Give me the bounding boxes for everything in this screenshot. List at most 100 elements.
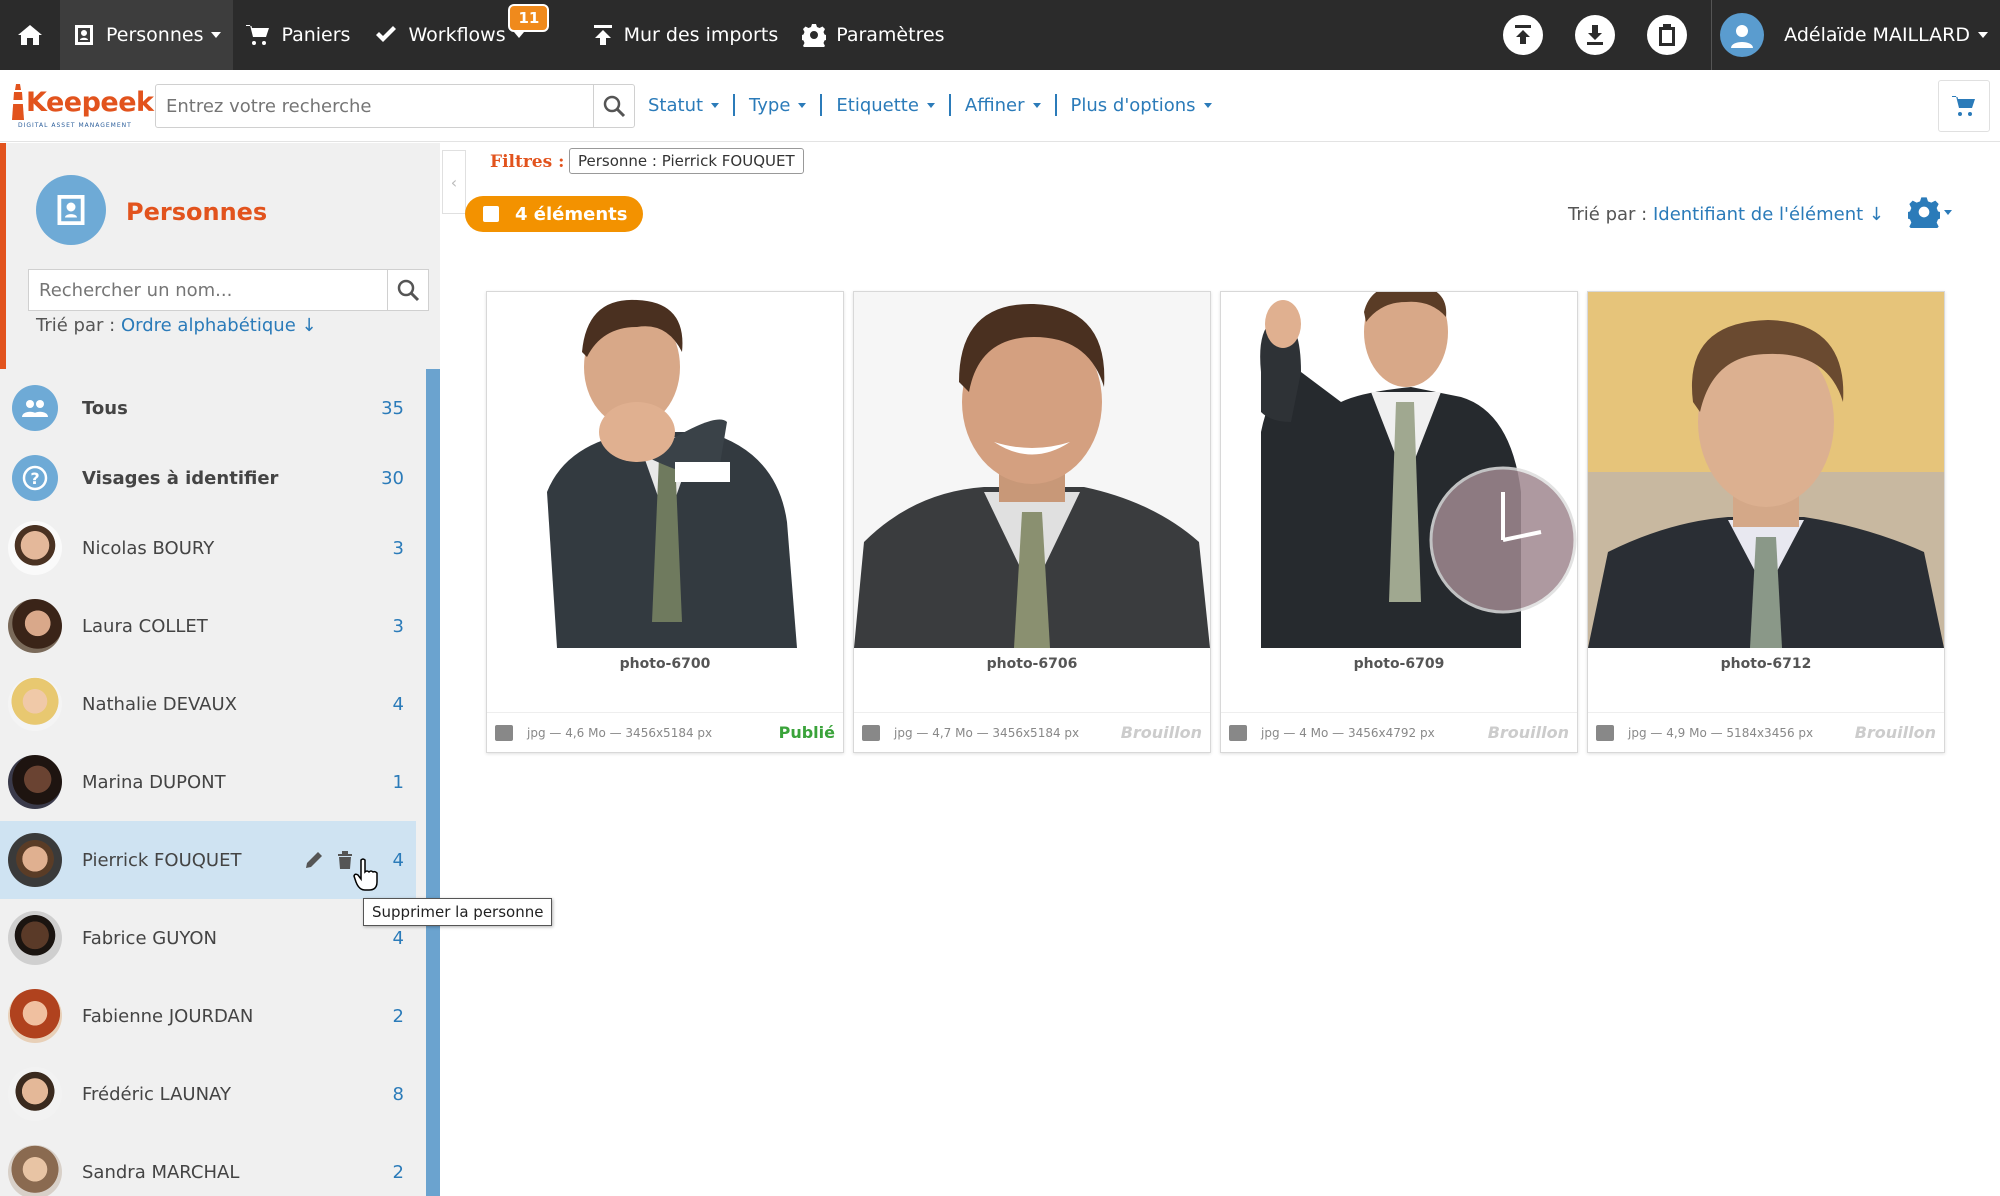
asset-card[interactable]: photo-6700 jpg — 4,6 Mo — 3456x5184 px P… xyxy=(486,291,844,753)
list-item-count: 3 xyxy=(392,537,404,559)
list-item-person[interactable]: Fabienne JOURDAN 2 xyxy=(0,977,416,1055)
asset-status: Brouillon xyxy=(1487,723,1569,742)
select-all-checkbox[interactable] xyxy=(483,206,499,222)
user-avatar xyxy=(1720,13,1765,57)
filter-type-label: Type xyxy=(749,94,791,116)
list-item-label: Tous xyxy=(82,397,128,419)
asset-thumbnail[interactable] xyxy=(1221,292,1577,648)
trash-icon[interactable] xyxy=(336,850,354,870)
filter-plus-options-label: Plus d'options xyxy=(1070,94,1196,116)
divider xyxy=(1711,0,1713,70)
filters-label: Filtres : xyxy=(490,152,565,172)
upload-button[interactable] xyxy=(1503,15,1544,55)
contact-card-icon xyxy=(57,195,85,225)
collapse-sidebar-button[interactable]: ‹ xyxy=(442,150,466,214)
sidebar-scrollbar[interactable] xyxy=(426,369,440,1196)
search-toolbar: Keepeek DIGITAL ASSET MANAGEMENT Statut … xyxy=(0,70,2000,142)
person-search-button[interactable] xyxy=(387,269,429,311)
hand-cursor-icon xyxy=(353,858,378,891)
nav-workflows[interactable]: Workflows 11 xyxy=(362,0,550,70)
search-icon xyxy=(603,95,626,118)
list-item-person[interactable]: Frédéric LAUNAY 8 xyxy=(0,1055,416,1133)
list-item-label: Frédéric LAUNAY xyxy=(82,1083,231,1105)
list-item-person[interactable]: Laura COLLET 3 xyxy=(0,587,416,665)
list-item-count: 4 xyxy=(392,693,404,715)
filter-plus-options[interactable]: Plus d'options xyxy=(1054,94,1226,116)
list-item-label: Nathalie DEVAUX xyxy=(82,693,238,715)
image-icon xyxy=(495,724,513,741)
sidebar-sort-value[interactable]: Ordre alphabétique ↓ xyxy=(121,315,317,336)
list-item-person[interactable]: Fabrice GUYON 4 xyxy=(0,899,416,977)
list-item-count: 2 xyxy=(392,1005,404,1027)
clipboard-button[interactable] xyxy=(1647,15,1688,55)
sidebar-sort-label: Trié par : xyxy=(36,315,116,336)
asset-thumbnail[interactable] xyxy=(487,292,843,648)
cart-icon xyxy=(246,25,270,45)
select-all-pill[interactable]: 4 éléments xyxy=(465,196,643,232)
search-filters: Statut Type Etiquette Affiner Plus d'opt… xyxy=(648,94,1226,116)
filter-statut[interactable]: Statut xyxy=(648,94,733,116)
photo-man-with-clock xyxy=(1221,292,1577,648)
search-button[interactable] xyxy=(593,84,635,128)
asset-card[interactable]: photo-6706 jpg — 4,7 Mo — 3456x5184 px B… xyxy=(853,291,1211,753)
list-item-label: Fabrice GUYON xyxy=(82,927,218,949)
question-glyph: ? xyxy=(22,465,48,491)
list-item-tous[interactable]: Tous 35 xyxy=(0,369,416,447)
user-icon xyxy=(1731,25,1754,48)
active-filter-chip[interactable]: Personne : Pierrick FOUQUET xyxy=(569,148,804,174)
asset-thumbnail[interactable] xyxy=(854,292,1210,648)
search-input[interactable] xyxy=(155,84,595,128)
list-item-count: 30 xyxy=(381,467,404,489)
list-item-label: Sandra MARCHAL xyxy=(82,1161,240,1183)
display-settings-button[interactable] xyxy=(1908,196,1952,228)
list-item-label: Laura COLLET xyxy=(82,615,208,637)
nav-paniers[interactable]: Paniers xyxy=(233,0,362,70)
image-icon xyxy=(1229,724,1247,741)
avatar xyxy=(8,989,62,1043)
person-search-input[interactable] xyxy=(28,269,388,311)
asset-card[interactable]: photo-6712 jpg — 4,9 Mo — 5184x3456 px B… xyxy=(1587,291,1945,753)
nav-mur-des-imports[interactable]: Mur des imports xyxy=(580,0,791,70)
list-item-visages[interactable]: ? Visages à identifier 30 xyxy=(0,439,416,517)
list-item-person[interactable]: Sandra MARCHAL 2 xyxy=(0,1133,416,1196)
cart-button[interactable] xyxy=(1938,80,1990,132)
asset-meta: jpg — 4,7 Mo — 3456x5184 px Brouillon xyxy=(854,712,1210,752)
nav-workflows-label: Workflows xyxy=(408,24,506,46)
chevron-down-icon xyxy=(1944,209,1952,215)
avatar xyxy=(8,677,62,731)
chevron-down-icon xyxy=(211,32,222,38)
user-menu[interactable]: Adélaïde MAILLARD xyxy=(1720,13,2000,57)
asset-meta: jpg — 4,6 Mo — 3456x5184 px Publié xyxy=(487,712,843,752)
avatar xyxy=(8,833,62,887)
nav-parametres[interactable]: Paramètres xyxy=(790,0,956,70)
question-icon: ? xyxy=(12,455,58,501)
contact-card-icon xyxy=(75,25,93,45)
home-button[interactable] xyxy=(0,0,60,70)
gear-icon xyxy=(802,24,827,47)
asset-thumbnail[interactable] xyxy=(1588,292,1944,648)
people-sidebar: Personnes Trié par : Ordre alphabétique … xyxy=(0,143,440,1196)
chevron-down-icon xyxy=(513,32,524,38)
pencil-icon[interactable] xyxy=(304,850,324,870)
avatar xyxy=(8,521,62,575)
group-glyph xyxy=(22,400,48,417)
filter-type[interactable]: Type xyxy=(733,94,820,116)
results-sort-value[interactable]: Identifiant de l'élément ↓ xyxy=(1653,204,1884,225)
keepeek-logo[interactable]: Keepeek DIGITAL ASSET MANAGEMENT xyxy=(10,82,154,129)
asset-status: Brouillon xyxy=(1854,723,1936,742)
list-item-person[interactable]: Nathalie DEVAUX 4 xyxy=(0,665,416,743)
nav-personnes[interactable]: Personnes xyxy=(60,0,234,70)
sidebar-header: Personnes Trié par : Ordre alphabétique … xyxy=(0,143,440,369)
asset-card[interactable]: photo-6709 jpg — 4 Mo — 3456x4792 px Bro… xyxy=(1220,291,1578,753)
filter-etiquette[interactable]: Etiquette xyxy=(820,94,949,116)
list-item-person[interactable]: Nicolas BOURY 3 xyxy=(0,509,416,587)
list-item-person[interactable]: Marina DUPONT 1 xyxy=(0,743,416,821)
list-item-label: Marina DUPONT xyxy=(82,771,226,793)
asset-title: photo-6700 xyxy=(619,656,711,672)
logo-tagline: DIGITAL ASSET MANAGEMENT xyxy=(18,122,132,129)
download-button[interactable] xyxy=(1575,15,1616,55)
row-actions xyxy=(298,850,360,870)
asset-file-info: jpg — 4 Mo — 3456x4792 px xyxy=(1261,725,1435,740)
list-item-label: Nicolas BOURY xyxy=(82,537,215,559)
filter-affiner[interactable]: Affiner xyxy=(948,94,1055,116)
